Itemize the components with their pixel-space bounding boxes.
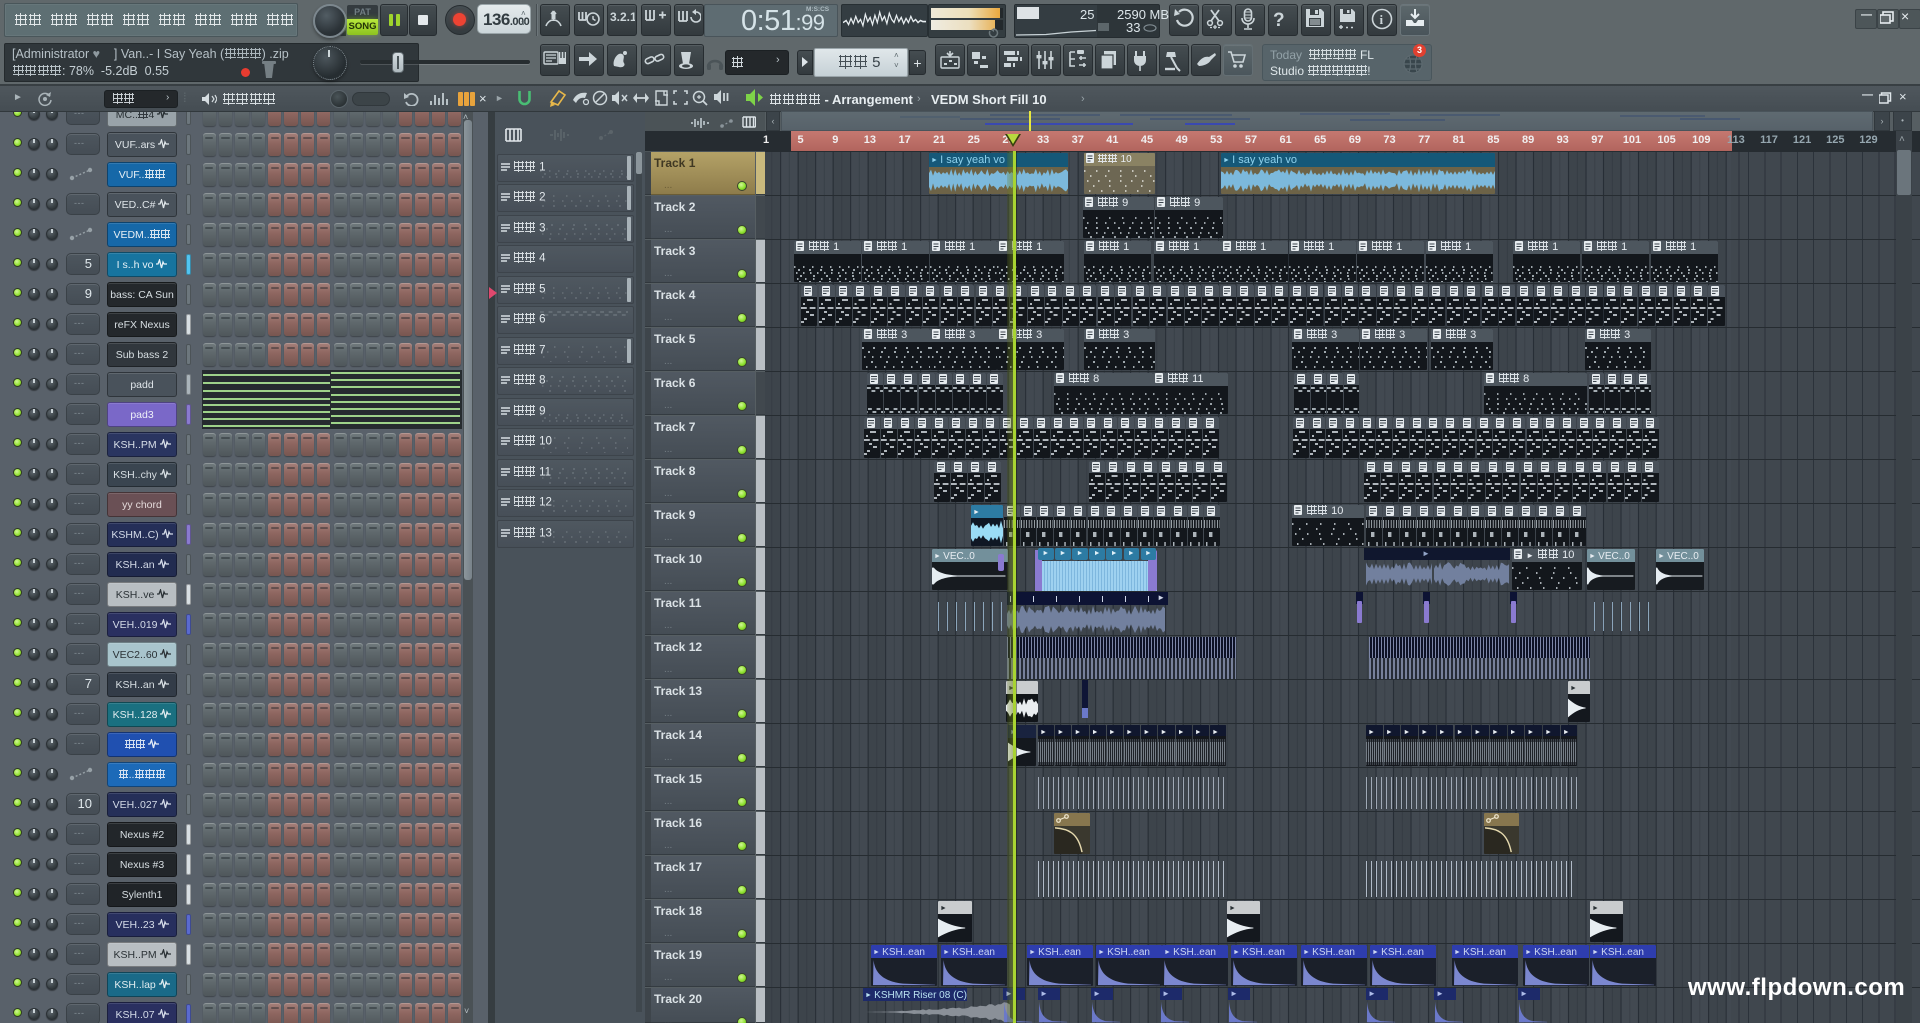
svg-text:?: ? [1273,10,1285,30]
svg-text:3.2.1: 3.2.1 [610,10,635,24]
svg-text:i: i [1380,12,1384,27]
